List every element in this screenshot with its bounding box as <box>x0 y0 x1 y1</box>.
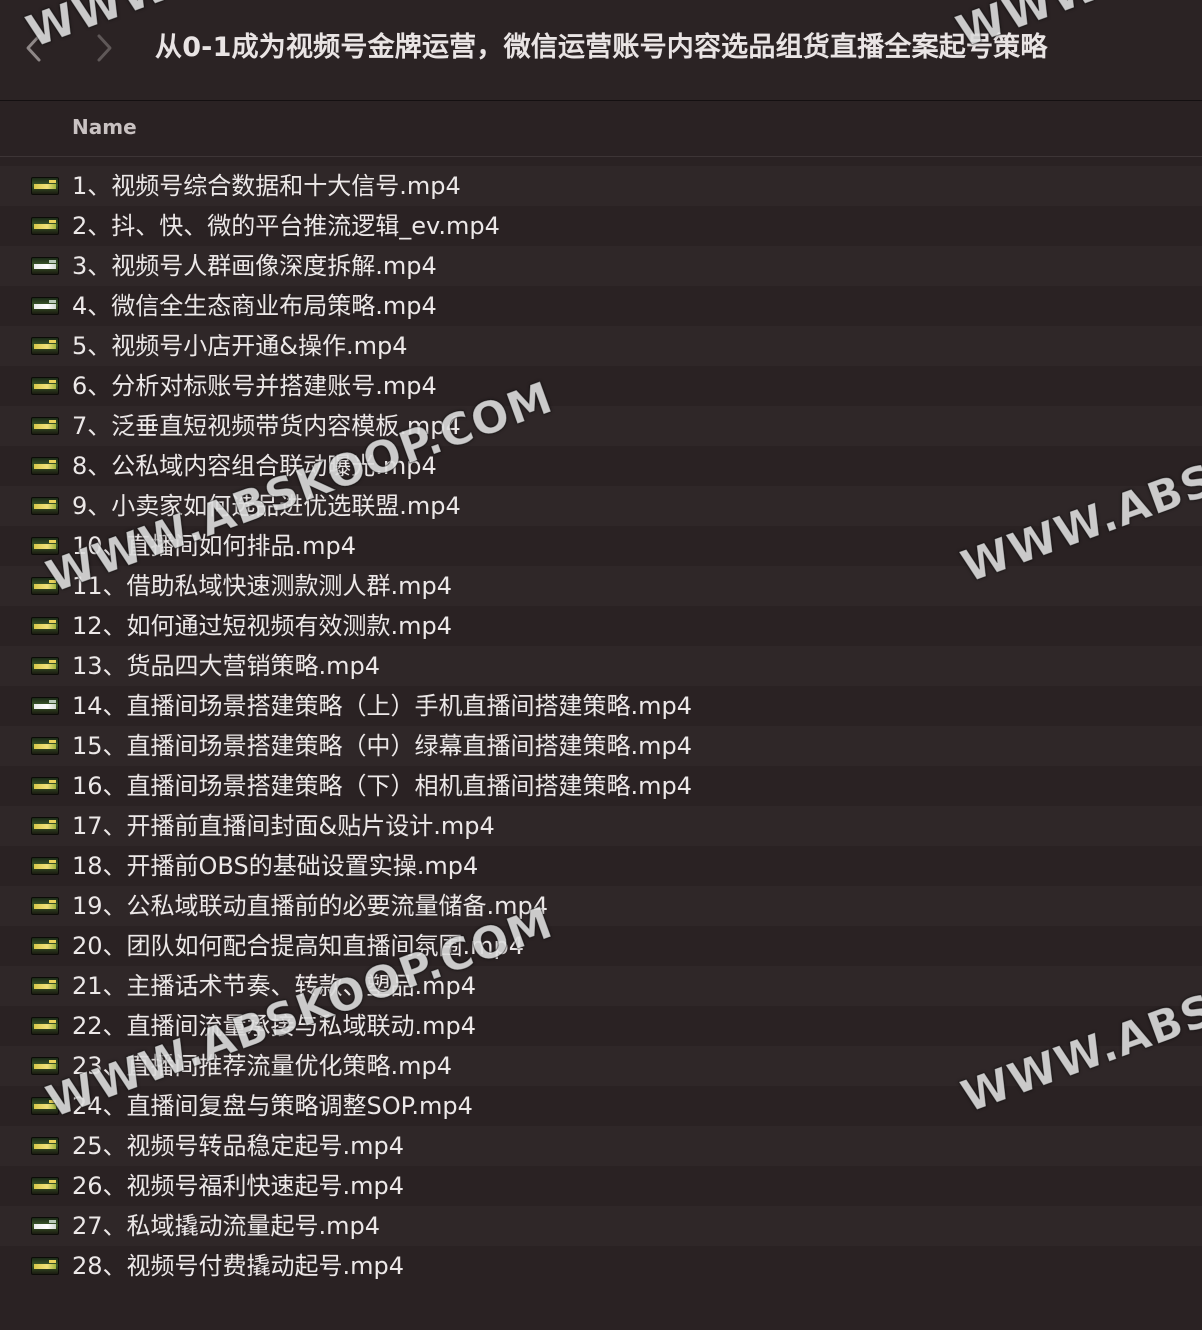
file-name: 4、微信全生态商业布局策略.mp4 <box>72 292 437 320</box>
video-file-icon <box>31 417 59 435</box>
file-name: 23、直播间推荐流量优化策略.mp4 <box>72 1052 453 1080</box>
video-file-icon <box>31 177 59 195</box>
file-row[interactable]: 19、公私域联动直播前的必要流量储备.mp4 <box>0 886 1202 926</box>
file-name: 16、直播间场景搭建策略（下）相机直播间搭建策略.mp4 <box>72 772 693 800</box>
video-file-icon <box>31 1177 59 1195</box>
video-file-icon <box>31 897 59 915</box>
file-row[interactable]: 12、如何通过短视频有效测款.mp4 <box>0 606 1202 646</box>
file-row[interactable]: 16、直播间场景搭建策略（下）相机直播间搭建策略.mp4 <box>0 766 1202 806</box>
file-name: 24、直播间复盘与策略调整SOP.mp4 <box>72 1092 473 1120</box>
file-row[interactable]: 27、私域撬动流量起号.mp4 <box>0 1206 1202 1246</box>
file-row[interactable]: 3、视频号人群画像深度拆解.mp4 <box>0 246 1202 286</box>
finder-window: 从0-1成为视频号金牌运营，微信运营账号内容选品组货直播全案起号策略 Name … <box>0 0 1202 1330</box>
window-toolbar: 从0-1成为视频号金牌运营，微信运营账号内容选品组货直播全案起号策略 <box>0 0 1202 101</box>
video-file-icon <box>31 577 59 595</box>
video-file-icon <box>31 977 59 995</box>
file-name: 10、直播间如何排品.mp4 <box>72 532 357 560</box>
file-row[interactable]: 18、开播前OBS的基础设置实操.mp4 <box>0 846 1202 886</box>
file-row[interactable]: 21、主播话术节奏、转款、塑品.mp4 <box>0 966 1202 1006</box>
file-row[interactable]: 9、小卖家如何选品进优选联盟.mp4 <box>0 486 1202 526</box>
video-file-icon <box>31 1217 59 1235</box>
file-row[interactable]: 23、直播间推荐流量优化策略.mp4 <box>0 1046 1202 1086</box>
file-row[interactable]: 5、视频号小店开通&操作.mp4 <box>0 326 1202 366</box>
file-row[interactable]: 7、泛垂直短视频带货内容模板.mp4 <box>0 406 1202 446</box>
list-header: Name <box>0 101 1202 157</box>
video-file-icon <box>31 1017 59 1035</box>
file-name: 18、开播前OBS的基础设置实操.mp4 <box>72 852 479 880</box>
file-name: 28、视频号付费撬动起号.mp4 <box>72 1252 405 1280</box>
file-name: 15、直播间场景搭建策略（中）绿幕直播间搭建策略.mp4 <box>72 732 693 760</box>
file-name: 7、泛垂直短视频带货内容模板.mp4 <box>72 412 461 440</box>
file-row[interactable]: 4、微信全生态商业布局策略.mp4 <box>0 286 1202 326</box>
video-file-icon <box>31 1097 59 1115</box>
file-name: 1、视频号综合数据和十大信号.mp4 <box>72 172 461 200</box>
file-name: 22、直播间流量承接与私域联动.mp4 <box>72 1012 477 1040</box>
file-row[interactable]: 26、视频号福利快速起号.mp4 <box>0 1166 1202 1206</box>
video-file-icon <box>31 257 59 275</box>
file-name: 19、公私域联动直播前的必要流量储备.mp4 <box>72 892 549 920</box>
video-file-icon <box>31 777 59 795</box>
video-file-icon <box>31 337 59 355</box>
video-file-icon <box>31 537 59 555</box>
file-row[interactable]: 28、视频号付费撬动起号.mp4 <box>0 1246 1202 1286</box>
file-name: 6、分析对标账号并搭建账号.mp4 <box>72 372 437 400</box>
video-file-icon <box>31 937 59 955</box>
file-name: 3、视频号人群画像深度拆解.mp4 <box>72 252 437 280</box>
file-row[interactable]: 2、抖、快、微的平台推流逻辑_ev.mp4 <box>0 206 1202 246</box>
file-name: 12、如何通过短视频有效测款.mp4 <box>72 612 453 640</box>
forward-button[interactable] <box>88 28 120 68</box>
video-file-icon <box>31 697 59 715</box>
video-file-icon <box>31 657 59 675</box>
file-row[interactable]: 22、直播间流量承接与私域联动.mp4 <box>0 1006 1202 1046</box>
file-name: 25、视频号转品稳定起号.mp4 <box>72 1132 405 1160</box>
file-row[interactable]: 1、视频号综合数据和十大信号.mp4 <box>0 166 1202 206</box>
file-name: 13、货品四大营销策略.mp4 <box>72 652 381 680</box>
file-row[interactable]: 20、团队如何配合提高知直播间氛围.mp4 <box>0 926 1202 966</box>
video-file-icon <box>31 1137 59 1155</box>
file-name: 5、视频号小店开通&操作.mp4 <box>72 332 408 360</box>
video-file-icon <box>31 617 59 635</box>
video-file-icon <box>31 1057 59 1075</box>
file-name: 26、视频号福利快速起号.mp4 <box>72 1172 405 1200</box>
file-row[interactable]: 8、公私域内容组合联动曝光.mp4 <box>0 446 1202 486</box>
file-name: 11、借助私域快速测款测人群.mp4 <box>72 572 453 600</box>
video-file-icon <box>31 857 59 875</box>
back-button[interactable] <box>18 28 50 68</box>
video-file-icon <box>31 497 59 515</box>
file-row[interactable]: 13、货品四大营销策略.mp4 <box>0 646 1202 686</box>
window-title: 从0-1成为视频号金牌运营，微信运营账号内容选品组货直播全案起号策略 <box>155 32 1048 63</box>
video-file-icon <box>31 817 59 835</box>
file-name: 20、团队如何配合提高知直播间氛围.mp4 <box>72 932 525 960</box>
file-name: 8、公私域内容组合联动曝光.mp4 <box>72 452 437 480</box>
file-row[interactable]: 24、直播间复盘与策略调整SOP.mp4 <box>0 1086 1202 1126</box>
chevron-left-icon <box>23 32 45 64</box>
file-name: 9、小卖家如何选品进优选联盟.mp4 <box>72 492 461 520</box>
video-file-icon <box>31 1257 59 1275</box>
file-row[interactable]: 25、视频号转品稳定起号.mp4 <box>0 1126 1202 1166</box>
video-file-icon <box>31 737 59 755</box>
video-file-icon <box>31 217 59 235</box>
file-name: 27、私域撬动流量起号.mp4 <box>72 1212 381 1240</box>
name-column-header[interactable]: Name <box>72 101 137 153</box>
file-row[interactable]: 10、直播间如何排品.mp4 <box>0 526 1202 566</box>
file-name: 14、直播间场景搭建策略（上）手机直播间搭建策略.mp4 <box>72 692 693 720</box>
video-file-icon <box>31 297 59 315</box>
file-row[interactable]: 14、直播间场景搭建策略（上）手机直播间搭建策略.mp4 <box>0 686 1202 726</box>
file-list: 1、视频号综合数据和十大信号.mp4 2、抖、快、微的平台推流逻辑_ev.mp4 3… <box>0 166 1202 1286</box>
file-name: 17、开播前直播间封面&贴片设计.mp4 <box>72 812 495 840</box>
file-name: 2、抖、快、微的平台推流逻辑_ev.mp4 <box>72 212 500 240</box>
file-row[interactable]: 11、借助私域快速测款测人群.mp4 <box>0 566 1202 606</box>
video-file-icon <box>31 377 59 395</box>
chevron-right-icon <box>93 32 115 64</box>
file-row[interactable]: 6、分析对标账号并搭建账号.mp4 <box>0 366 1202 406</box>
file-row[interactable]: 17、开播前直播间封面&贴片设计.mp4 <box>0 806 1202 846</box>
file-row[interactable]: 15、直播间场景搭建策略（中）绿幕直播间搭建策略.mp4 <box>0 726 1202 766</box>
file-name: 21、主播话术节奏、转款、塑品.mp4 <box>72 972 477 1000</box>
video-file-icon <box>31 457 59 475</box>
